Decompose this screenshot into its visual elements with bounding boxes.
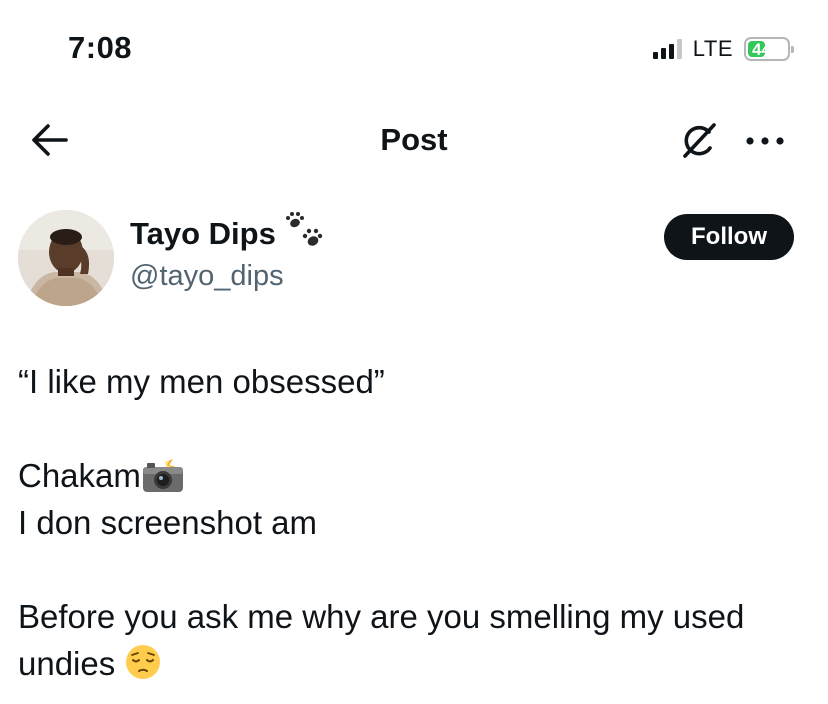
author-name[interactable]: Tayo Dips bbox=[130, 216, 276, 252]
battery-percentage: 44 bbox=[746, 39, 788, 59]
post-line-chakam: Chakam bbox=[18, 452, 818, 499]
avatar-photo bbox=[18, 210, 114, 306]
post-line-undies-text: undies bbox=[18, 645, 116, 682]
grok-button[interactable] bbox=[676, 118, 722, 164]
status-bar: 7:08 LTE 44 bbox=[0, 0, 828, 100]
status-indicators: LTE 44 bbox=[652, 36, 794, 62]
avatar[interactable] bbox=[18, 210, 114, 306]
more-dots-icon bbox=[746, 137, 784, 145]
post-text: “I like my men obsessed” Chakam I don sc… bbox=[18, 358, 818, 687]
post-line-undies: undies bbox=[18, 640, 818, 687]
battery-icon: 44 bbox=[744, 37, 794, 61]
post-line-before: Before you ask me why are you smelling m… bbox=[18, 598, 745, 635]
author-handle[interactable]: @tayo_dips bbox=[130, 260, 284, 293]
more-options-button[interactable] bbox=[744, 126, 786, 156]
camera-flash-icon bbox=[142, 455, 183, 492]
post-author: Tayo Dips @tayo_dips Follow bbox=[18, 208, 808, 308]
cellular-signal-icon bbox=[652, 39, 682, 59]
post-line-screenshot: I don screenshot am bbox=[18, 504, 317, 541]
follow-button[interactable]: Follow bbox=[664, 214, 794, 260]
post-line-chakam-text: Chakam bbox=[18, 457, 141, 494]
pensive-face-icon bbox=[126, 645, 161, 679]
paw-prints-icon bbox=[285, 212, 323, 246]
grok-slash-circle-icon bbox=[683, 123, 716, 158]
post-line-quote: “I like my men obsessed” bbox=[18, 363, 385, 400]
author-name-row: Tayo Dips bbox=[130, 212, 326, 252]
network-type: LTE bbox=[692, 36, 733, 61]
nav-bar: Post bbox=[0, 110, 828, 170]
status-time: 7:08 bbox=[68, 30, 133, 65]
